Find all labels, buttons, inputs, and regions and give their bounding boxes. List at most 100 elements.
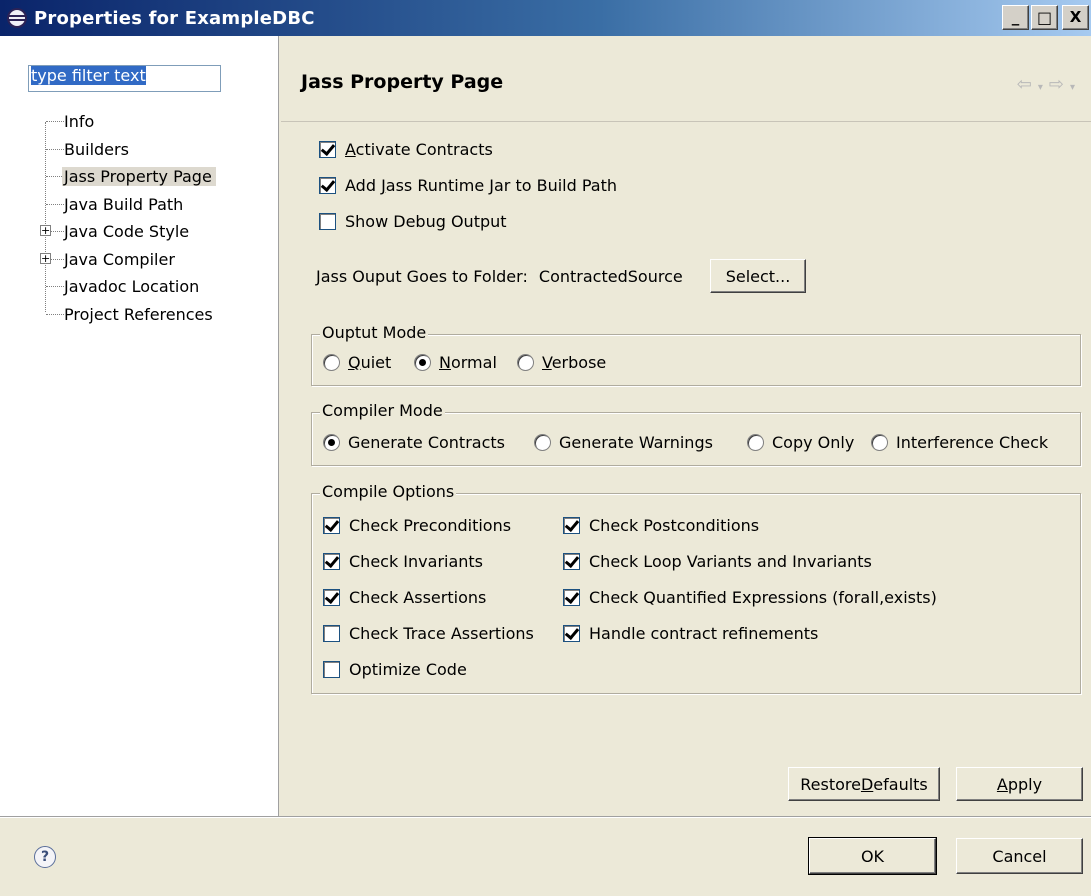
radio-generate-warnings-label: Generate Warnings — [559, 433, 713, 452]
output-folder-label: Jass Ouput Goes to Folder: — [316, 267, 528, 286]
radio-verbose[interactable]: Verbose — [517, 353, 606, 372]
forward-arrow-icon[interactable]: ⇨ — [1049, 74, 1070, 95]
history-nav: ⇦▾⇨▾ — [1017, 74, 1081, 95]
check-invariants-checkbox[interactable]: Check Invariants — [323, 552, 483, 571]
check-assertions-checkbox[interactable]: Check Assertions — [323, 588, 486, 607]
filter-input[interactable]: type filter text — [28, 65, 221, 92]
check-quantified-expressions-checkbox[interactable]: Check Quantified Expressions (forall,exi… — [563, 588, 937, 607]
select-folder-button[interactable]: Select... — [710, 259, 806, 293]
output-mode-group: Ouptut Mode Quiet Normal Verbose — [311, 323, 1081, 386]
radio-copy-only-label: Copy Only — [772, 433, 855, 452]
radio-normal[interactable]: Normal — [414, 353, 497, 372]
back-arrow-icon[interactable]: ⇦ — [1017, 74, 1038, 95]
activate-contracts-checkbox[interactable]: Activate Contracts — [319, 140, 493, 159]
tree-item-label: Info — [64, 112, 95, 131]
radio-circle[interactable] — [871, 434, 888, 451]
cancel-button[interactable]: Cancel — [956, 838, 1083, 874]
checkbox-box[interactable] — [563, 589, 580, 606]
filter-text: type filter text — [31, 66, 146, 85]
tree-item[interactable]: Builders — [62, 136, 133, 163]
title-bar[interactable]: Properties for ExampleDBC _ □ X — [0, 0, 1091, 36]
tree-item[interactable]: Java Code Style — [62, 218, 193, 245]
checkbox-box[interactable] — [323, 661, 340, 678]
radio-quiet[interactable]: Quiet — [323, 353, 391, 372]
restore-defaults-button[interactable]: Restore Defaults — [788, 767, 940, 801]
check-loop-variants-checkbox[interactable]: Check Loop Variants and Invariants — [563, 552, 872, 571]
tree-item-label: Java Build Path — [64, 194, 184, 214]
tree-item[interactable]: Project References — [62, 301, 217, 328]
handle-contract-refinements-checkbox[interactable]: Handle contract refinements — [563, 624, 818, 643]
page-header: Jass Property Page ⇦▾⇨▾ — [281, 36, 1091, 122]
tree-item-label: Project References — [64, 304, 213, 324]
output-mode-title: Ouptut Mode — [320, 323, 429, 342]
checkbox-box[interactable] — [323, 553, 340, 570]
radio-interference-check[interactable]: Interference Check — [871, 433, 1048, 452]
checkbox-box[interactable] — [319, 177, 336, 194]
expand-icon[interactable]: + — [40, 252, 51, 264]
check-trace-assertions-checkbox[interactable]: Check Trace Assertions — [323, 624, 534, 643]
compiler-mode-group: Compiler Mode Generate Contracts Generat… — [311, 401, 1081, 466]
check-postconditions-checkbox[interactable]: Check Postconditions — [563, 516, 759, 535]
expand-icon[interactable]: + — [40, 225, 51, 236]
tree-item-label: Javadoc Location — [64, 277, 200, 296]
radio-interference-check-label: Interference Check — [896, 433, 1049, 452]
check-loop-variants-label: Check Loop Variants and Invariants — [589, 552, 872, 571]
show-debug-checkbox[interactable]: Show Debug Output — [319, 212, 507, 231]
check-quantified-expressions-label: Check Quantified Expressions (forall,exi… — [589, 588, 937, 607]
check-trace-assertions-label: Check Trace Assertions — [349, 624, 534, 643]
check-preconditions-label: Check Preconditions — [349, 516, 512, 535]
radio-circle[interactable] — [517, 354, 534, 371]
bottom-separator — [0, 816, 1091, 818]
radio-generate-contracts[interactable]: Generate Contracts — [323, 433, 505, 452]
optimize-code-checkbox[interactable]: Optimize Code — [323, 660, 467, 679]
tree-item[interactable]: Jass Property Page — [62, 163, 216, 190]
tree-item[interactable]: Java Build Path — [62, 191, 187, 218]
optimize-code-label: Optimize Code — [349, 660, 467, 679]
checkbox-box[interactable] — [323, 517, 340, 534]
add-runtime-jar-label: Add Jass Runtime Jar to Build Path — [345, 176, 617, 195]
compiler-mode-title: Compiler Mode — [320, 401, 445, 420]
checkbox-box[interactable] — [323, 589, 340, 606]
checkbox-box[interactable] — [563, 625, 580, 642]
radio-circle[interactable] — [414, 354, 431, 371]
add-runtime-jar-checkbox[interactable]: Add Jass Runtime Jar to Build Path — [319, 176, 617, 195]
tree-item[interactable]: Info — [62, 108, 98, 135]
checkbox-box[interactable] — [563, 517, 580, 534]
checkbox-box[interactable] — [563, 553, 580, 570]
compile-options-group: Compile Options Check Preconditions Chec… — [311, 482, 1081, 694]
maximize-icon: □ — [1036, 7, 1053, 27]
radio-copy-only[interactable]: Copy Only — [747, 433, 854, 452]
radio-circle[interactable] — [323, 354, 340, 371]
radio-verbose-label: Verbose — [542, 353, 607, 372]
close-button[interactable]: X — [1062, 5, 1089, 30]
ok-button[interactable]: OK — [808, 837, 937, 875]
radio-generate-contracts-label: Generate Contracts — [348, 433, 505, 452]
checkbox-box[interactable] — [323, 625, 340, 642]
output-folder-value: ContractedSource — [538, 267, 683, 286]
check-assertions-label: Check Assertions — [349, 588, 487, 607]
tree-item[interactable]: Javadoc Location — [62, 273, 203, 300]
chevron-down-icon[interactable]: ▾ — [1070, 82, 1081, 93]
radio-circle[interactable] — [323, 434, 340, 451]
minimize-button[interactable]: _ — [1002, 5, 1029, 30]
apply-button[interactable]: Apply — [956, 767, 1083, 801]
tree-connector — [45, 122, 46, 312]
output-folder-row: Jass Ouput Goes to Folder: ContractedSou… — [316, 267, 683, 286]
window-controls: _ □ X — [1002, 5, 1089, 30]
chevron-down-icon[interactable]: ▾ — [1038, 82, 1049, 93]
radio-normal-label: Normal — [439, 353, 497, 372]
radio-circle[interactable] — [534, 434, 551, 451]
radio-generate-warnings[interactable]: Generate Warnings — [534, 433, 713, 452]
check-preconditions-checkbox[interactable]: Check Preconditions — [323, 516, 511, 535]
tree-item[interactable]: Java Compiler — [62, 246, 179, 273]
close-icon: X — [1069, 8, 1082, 26]
radio-circle[interactable] — [747, 434, 764, 451]
eclipse-icon — [7, 8, 27, 28]
maximize-button[interactable]: □ — [1031, 5, 1058, 30]
checkbox-box[interactable] — [319, 213, 336, 230]
tree-item-label: Builders — [64, 139, 129, 159]
question-mark-icon[interactable]: ? — [34, 846, 56, 868]
activate-contracts-label: Activate Contracts — [345, 140, 493, 159]
checkbox-box[interactable] — [319, 141, 336, 158]
handle-contract-refinements-label: Handle contract refinements — [589, 624, 819, 643]
